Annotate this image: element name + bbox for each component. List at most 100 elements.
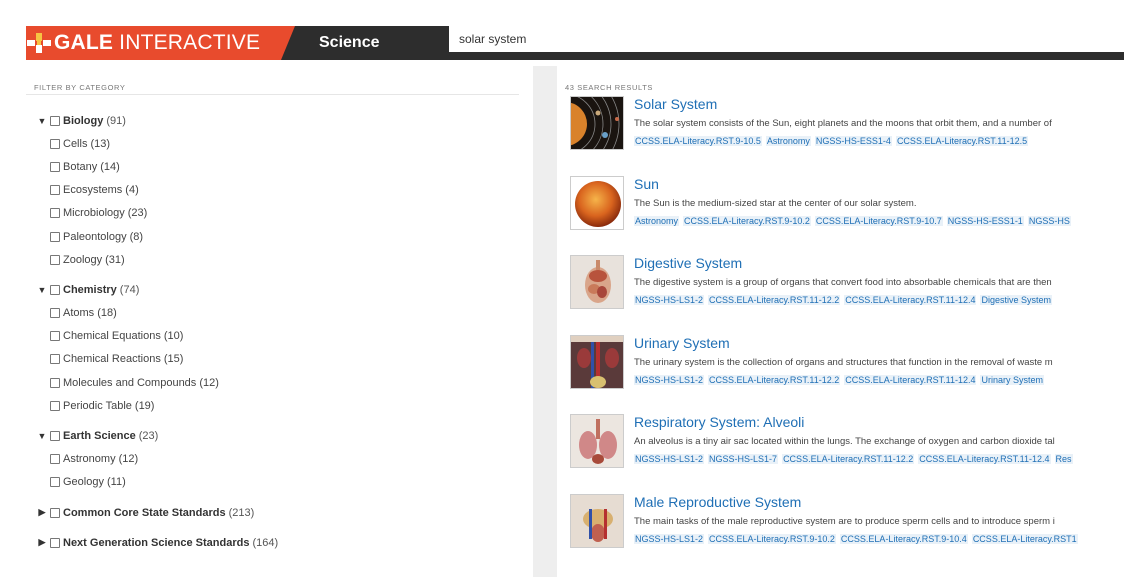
category-next-generation-science-standards[interactable]: ▶ Next Generation Science Standards (164) bbox=[37, 531, 533, 554]
subcategory-count: (31) bbox=[105, 253, 125, 266]
result-tags: Astronomy CCSS.ELA-Literacy.RST.9-10.2 CCS… bbox=[634, 215, 1131, 227]
checkbox[interactable] bbox=[50, 477, 60, 488]
tag-link[interactable]: NGSS-HS-LS1-7 bbox=[708, 454, 779, 464]
tag-link[interactable]: Astronomy bbox=[765, 136, 811, 146]
result-tags: NGSS-HS-LS1-2 NGSS-HS-LS1-7 CCSS.ELA-Liter… bbox=[634, 453, 1131, 465]
tag-link[interactable]: CCSS.ELA-Literacy.RST.11-12.4 bbox=[918, 454, 1051, 464]
result-title-link[interactable]: Male Reproductive System bbox=[634, 493, 1131, 511]
tag-link[interactable]: CCSS.ELA-Literacy.RST.9-10.2 bbox=[708, 533, 836, 544]
category-common-core-state-standards[interactable]: ▶ Common Core State Standards (213) bbox=[37, 501, 533, 524]
subcategory-cells[interactable]: Cells (13) bbox=[37, 132, 533, 155]
tag-link[interactable]: NGSS-HS-ESS1-1 bbox=[946, 215, 1024, 226]
subcategory-zoology[interactable]: Zoology (31) bbox=[37, 248, 533, 271]
subcategory-label: Chemical Equations bbox=[63, 330, 161, 343]
checkbox[interactable] bbox=[50, 115, 60, 126]
subcategory-botany[interactable]: Botany (14) bbox=[37, 155, 533, 178]
checkbox[interactable] bbox=[50, 138, 60, 149]
tag-link[interactable]: CCSS.ELA-Literacy.RST.11-12.4 bbox=[844, 374, 977, 385]
result-thumbnail[interactable] bbox=[570, 96, 624, 150]
result-thumbnail[interactable] bbox=[570, 255, 624, 309]
subcategory-molecules-and-compounds[interactable]: Molecules and Compounds (12) bbox=[37, 371, 533, 394]
caret-right-icon[interactable]: ▶ bbox=[37, 507, 47, 518]
result-thumbnail[interactable] bbox=[570, 414, 624, 468]
subcategory-atoms[interactable]: Atoms (18) bbox=[37, 302, 533, 325]
category-group: ▼ Biology (91) Cells (13) Botany (14) Ecosystem… bbox=[37, 109, 533, 271]
tag-link[interactable]: NGSS-HS-LS1-2 bbox=[634, 295, 705, 305]
caret-down-icon[interactable]: ▼ bbox=[37, 285, 47, 295]
tag-link[interactable]: Astronomy bbox=[634, 215, 680, 226]
checkbox[interactable] bbox=[50, 331, 60, 342]
result-title-link[interactable]: Urinary System bbox=[634, 334, 1131, 352]
checkbox[interactable] bbox=[50, 537, 60, 548]
tag-link[interactable]: CCSS.ELA-Literacy.RST.11-12.5 bbox=[895, 136, 1029, 146]
caret-down-icon[interactable]: ▼ bbox=[37, 116, 47, 126]
caret-down-icon[interactable]: ▼ bbox=[37, 431, 47, 441]
checkbox[interactable] bbox=[50, 185, 60, 196]
tag-link[interactable]: CCSS.ELA-Literacy.RST.11-12.2 bbox=[708, 374, 841, 385]
result-thumbnail[interactable] bbox=[570, 493, 624, 548]
checkbox[interactable] bbox=[50, 284, 60, 295]
tag-link[interactable]: CCSS.ELA-Literacy.RST.9-10.4 bbox=[839, 533, 968, 544]
subcategory-astronomy[interactable]: Astronomy (12) bbox=[37, 448, 533, 471]
category-group: ▶ Next Generation Science Standards (164) bbox=[37, 531, 533, 554]
result-title-link[interactable]: Digestive System bbox=[634, 254, 1131, 272]
tag-link[interactable]: Digestive System bbox=[980, 295, 1052, 305]
result-thumbnail[interactable] bbox=[570, 334, 624, 389]
checkbox[interactable] bbox=[50, 431, 60, 442]
category-label: Next Generation Science Standards bbox=[63, 536, 250, 549]
result-title-link[interactable]: Solar System bbox=[634, 95, 1131, 113]
tag-link[interactable]: CCSS.ELA-Literacy.RST1 bbox=[971, 533, 1078, 544]
subcategory-label: Chemical Reactions bbox=[63, 353, 161, 366]
checkbox[interactable] bbox=[50, 400, 60, 411]
checkbox[interactable] bbox=[50, 454, 60, 465]
result-title-link[interactable]: Sun bbox=[634, 175, 1131, 193]
tag-link[interactable]: CCSS.ELA-Literacy.RST.11-12.2 bbox=[708, 295, 841, 305]
checkbox[interactable] bbox=[50, 507, 60, 518]
tag-link[interactable]: CCSS.ELA-Literacy.RST.9-10.5 bbox=[634, 136, 762, 146]
checkbox[interactable] bbox=[50, 308, 60, 319]
category-biology[interactable]: ▼ Biology (91) bbox=[37, 109, 533, 132]
subcategory-geology[interactable]: Geology (11) bbox=[37, 471, 533, 494]
checkbox[interactable] bbox=[50, 254, 60, 265]
caret-right-icon[interactable]: ▶ bbox=[37, 537, 47, 548]
tag-link[interactable]: Res bbox=[1054, 454, 1073, 464]
result-thumbnail[interactable] bbox=[570, 175, 624, 230]
tag-link[interactable]: CCSS.ELA-Literacy.RST.9-10.2 bbox=[683, 215, 811, 226]
tag-link[interactable]: NGSS-HS-LS1-2 bbox=[634, 533, 705, 544]
result-tags: NGSS-HS-LS1-2 CCSS.ELA-Literacy.RST.11-12… bbox=[634, 294, 1131, 306]
tag-link[interactable]: NGSS-HS-LS1-2 bbox=[634, 374, 705, 385]
search-input[interactable] bbox=[459, 32, 1124, 46]
search-box[interactable] bbox=[449, 26, 1124, 56]
subcategory-count: (12) bbox=[199, 376, 219, 389]
category-label: Biology bbox=[63, 114, 104, 127]
category-chemistry[interactable]: ▼ Chemistry (74) bbox=[37, 278, 533, 301]
checkbox[interactable] bbox=[50, 208, 60, 219]
tag-link[interactable]: NGSS-HS-ESS1-4 bbox=[814, 136, 892, 146]
tag-link[interactable]: NGSS-HS-LS1-2 bbox=[634, 454, 705, 464]
tag-link[interactable]: CCSS.ELA-Literacy.RST.9-10.7 bbox=[814, 215, 943, 226]
category-earth-science[interactable]: ▼ Earth Science (23) bbox=[37, 424, 533, 447]
checkbox[interactable] bbox=[50, 231, 60, 242]
tag-link[interactable]: Urinary System bbox=[980, 374, 1044, 385]
subcategory-ecosystems[interactable]: Ecosystems (4) bbox=[37, 179, 533, 202]
subcategory-count: (13) bbox=[90, 137, 111, 150]
subcategory-microbiology[interactable]: Microbiology (23) bbox=[37, 202, 533, 225]
category-label: Common Core State Standards bbox=[63, 506, 226, 519]
subcategory-chemical-equations[interactable]: Chemical Equations (10) bbox=[37, 325, 533, 348]
tag-link[interactable]: CCSS.ELA-Literacy.RST.11-12.2 bbox=[782, 454, 915, 464]
category-count: (164) bbox=[252, 536, 279, 549]
checkbox[interactable] bbox=[50, 161, 60, 172]
checkbox[interactable] bbox=[50, 354, 60, 365]
subcategory-label: Paleontology bbox=[63, 230, 127, 243]
subcategory-periodic-table[interactable]: Periodic Table (19) bbox=[37, 394, 533, 417]
brand-logo[interactable]: GALE INTERACTIVE bbox=[26, 26, 295, 60]
tag-link[interactable]: CCSS.ELA-Literacy.RST.11-12.4 bbox=[844, 295, 977, 305]
subcategory-count: (11) bbox=[106, 476, 126, 489]
subcategory-chemical-reactions[interactable]: Chemical Reactions (15) bbox=[37, 348, 533, 371]
tag-link[interactable]: NGSS-HS bbox=[1027, 215, 1071, 226]
checkbox[interactable] bbox=[50, 377, 60, 388]
result-title-link[interactable]: Respiratory System: Alveoli bbox=[634, 413, 1131, 431]
subcategory-count: (23) bbox=[127, 207, 148, 220]
subcategory-paleontology[interactable]: Paleontology (8) bbox=[37, 225, 533, 248]
result-item: Solar System The solar system consists of… bbox=[570, 95, 1131, 175]
